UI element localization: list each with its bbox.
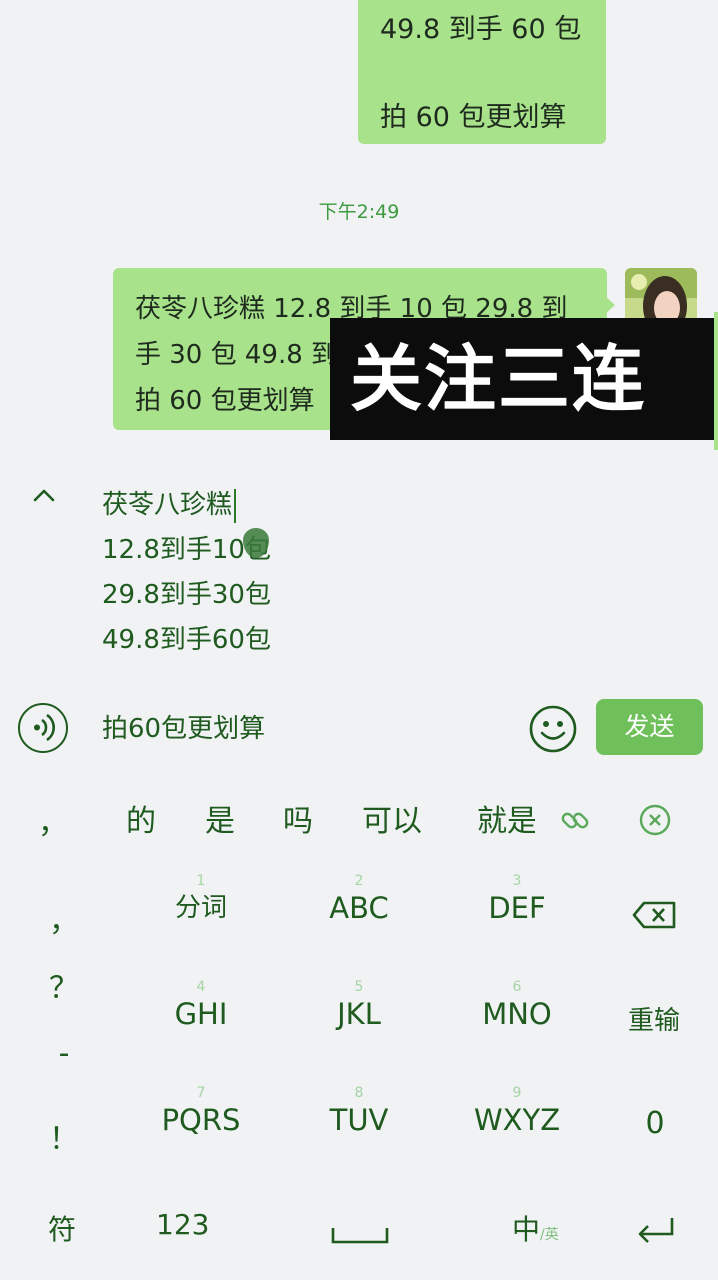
key-9[interactable]: 9 WXYZ	[456, 1084, 578, 1138]
chevron-up-icon[interactable]	[30, 482, 58, 510]
close-circle-icon[interactable]	[638, 803, 672, 837]
symbol-key-comma[interactable]: ，	[44, 896, 84, 940]
symbol-keyboard-key[interactable]: 符	[48, 1208, 76, 1248]
emoji-icon[interactable]	[528, 704, 578, 754]
message-input[interactable]: 拍60包更划算	[102, 708, 265, 745]
link-icon[interactable]	[558, 803, 592, 837]
key-6[interactable]: 6 MNO	[456, 978, 578, 1032]
message-line: 拍 60 包更划算	[380, 102, 567, 133]
draft-line: 49.8到手60包	[102, 625, 271, 655]
send-button[interactable]: 发送	[596, 699, 703, 755]
text-cursor	[234, 488, 237, 523]
key-8[interactable]: 8 TUV	[298, 1084, 420, 1138]
candidate-item[interactable]: 的	[126, 796, 156, 840]
draft-text-area[interactable]: 茯苓八珍糕 12.8到手10包 29.8到手30包 49.8到手60包	[102, 483, 271, 663]
candidate-item[interactable]: 就是	[477, 796, 535, 840]
candidate-comma[interactable]: ，	[38, 798, 68, 842]
language-sub-label: /英	[540, 1227, 559, 1243]
symbol-key-exclaim[interactable]: ！	[44, 1114, 84, 1158]
key-0[interactable]: 0	[628, 1106, 682, 1141]
overlay-edge	[714, 312, 718, 450]
bubble-tail	[605, 296, 615, 314]
key-4[interactable]: 4 GHI	[140, 978, 262, 1032]
candidate-item[interactable]: 可以	[362, 796, 422, 840]
key-7[interactable]: 7 PQRS	[140, 1084, 262, 1138]
key-5[interactable]: 5 JKL	[298, 978, 420, 1032]
draft-line: 茯苓八珍糕	[102, 490, 233, 520]
backspace-icon[interactable]	[632, 900, 678, 930]
draft-line: 29.8到手30包	[102, 580, 271, 610]
candidate-item[interactable]: 吗	[283, 796, 313, 840]
voice-icon[interactable]	[18, 703, 68, 753]
key-3[interactable]: 3 DEF	[456, 872, 578, 926]
candidate-item[interactable]: 是	[205, 796, 235, 840]
key-1[interactable]: 1 分词	[140, 872, 262, 926]
language-switch-key[interactable]: 中/英	[512, 1208, 559, 1248]
symbol-key-question[interactable]: ？	[44, 963, 84, 1007]
message-bubble-top[interactable]: 49.8 到手 60 包 拍 60 包更划算	[358, 0, 606, 144]
retype-key[interactable]: 重输	[614, 1000, 694, 1037]
follow-overlay-banner: 关注三连	[330, 318, 718, 440]
key-2[interactable]: 2 ABC	[298, 872, 420, 926]
number-keyboard-key[interactable]: 123	[156, 1208, 209, 1241]
symbol-key-dash[interactable]: -	[44, 1036, 84, 1071]
enter-icon[interactable]	[634, 1214, 676, 1253]
space-icon[interactable]	[330, 1220, 390, 1253]
message-timestamp: 下午2:49	[318, 201, 400, 223]
language-main-label: 中	[512, 1213, 541, 1246]
message-line: 49.8 到手 60 包	[380, 14, 582, 45]
